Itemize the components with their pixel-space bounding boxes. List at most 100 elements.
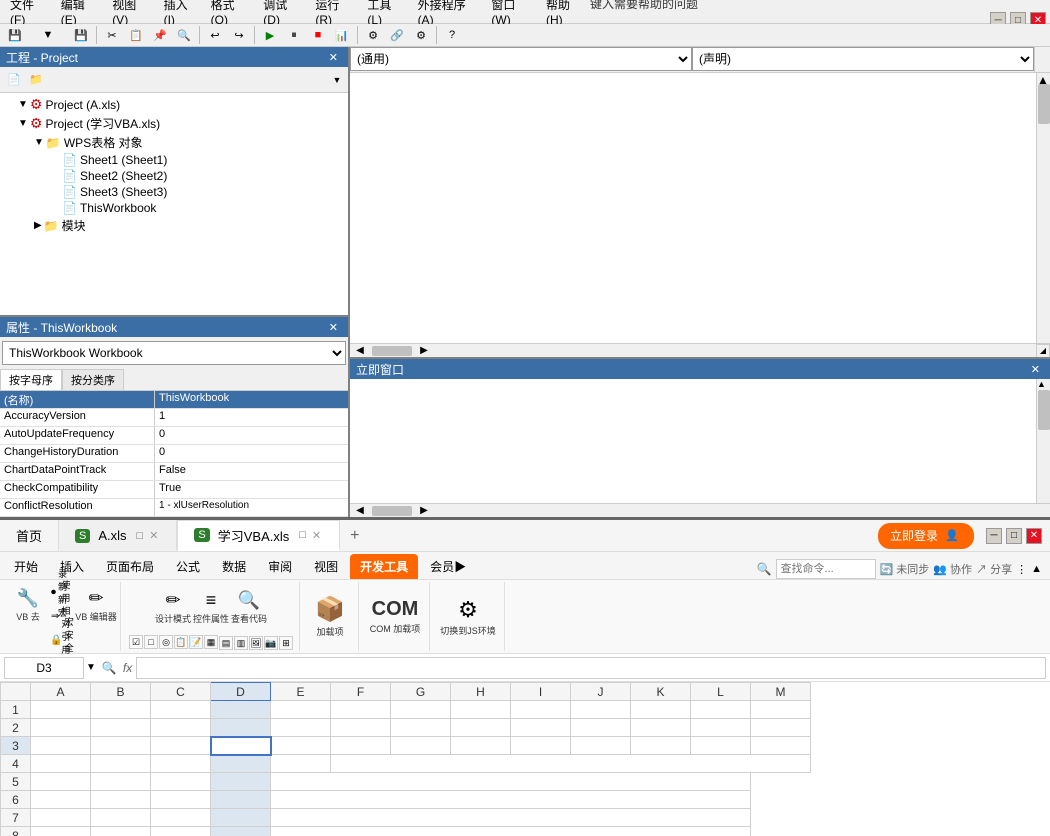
cell-m3[interactable] <box>751 737 811 755</box>
tb-undo[interactable]: ↩ <box>204 24 226 46</box>
cell-c2[interactable] <box>151 719 211 737</box>
scroll-up[interactable]: ▲ <box>1037 73 1050 83</box>
immediate-content[interactable] <box>350 379 1036 503</box>
editor-scroll-y[interactable]: ▲ <box>1036 73 1050 343</box>
checkbox-10[interactable]: 📷 <box>264 636 278 650</box>
cell-rest-7[interactable] <box>271 809 751 827</box>
cell-b4[interactable] <box>91 755 151 773</box>
imm-scroll-up[interactable]: ▲ <box>1037 379 1050 389</box>
editor-corner[interactable]: ◢ <box>1036 344 1050 358</box>
cell-m2[interactable] <box>751 719 811 737</box>
cell-a6[interactable] <box>31 791 91 809</box>
a-xls-restore[interactable]: □ <box>137 530 144 542</box>
tree-item-project-a[interactable]: ▼ ⚙ Project (A.xls) <box>2 95 346 114</box>
js-env-btn[interactable]: ⚙ 切换到JS环境 <box>438 589 498 645</box>
tree-item-modules[interactable]: ▶ 📁 模块 <box>2 216 346 235</box>
cell-a7[interactable] <box>31 809 91 827</box>
tab-a-xls[interactable]: S A.xls □ ✕ <box>59 520 177 551</box>
tb-cut[interactable]: ✂ <box>101 24 123 46</box>
col-header-i[interactable]: I <box>511 683 571 701</box>
control-props-btn[interactable]: ≡ 控件属性 <box>193 583 229 631</box>
checkbox-4[interactable]: 📋 <box>174 635 188 649</box>
imm-scroll-thumb[interactable] <box>1038 390 1050 430</box>
project-close[interactable]: ✕ <box>325 50 342 65</box>
tab-alphabetical[interactable]: 按字母序 <box>0 369 62 390</box>
proj-tb-2[interactable]: 📁 <box>26 70 46 90</box>
cell-g2[interactable] <box>391 719 451 737</box>
tb-paste[interactable]: 📌 <box>149 24 171 46</box>
tree-item-thisworkbook[interactable]: 📄 ThisWorkbook <box>2 200 346 216</box>
cell-b8[interactable] <box>91 827 151 836</box>
cell-rest-5[interactable] <box>271 773 751 791</box>
cell-a4[interactable] <box>31 755 91 773</box>
tb-copy[interactable]: 📋 <box>125 24 147 46</box>
col-header-a[interactable]: A <box>31 683 91 701</box>
checkbox-2[interactable]: □ <box>144 635 158 649</box>
editor-scroll-btn[interactable] <box>1034 47 1050 72</box>
col-header-e[interactable]: E <box>271 683 331 701</box>
cell-h1[interactable] <box>451 701 511 719</box>
more-btn[interactable]: ⋮ <box>1016 563 1027 576</box>
col-header-c[interactable]: C <box>151 683 211 701</box>
col-header-h[interactable]: H <box>451 683 511 701</box>
proj-scroll[interactable]: ▼ <box>330 73 344 87</box>
cell-l2[interactable] <box>691 719 751 737</box>
checkbox-5[interactable]: 📝 <box>189 635 203 649</box>
h-scroll-thumb[interactable] <box>372 346 412 356</box>
col-header-l[interactable]: L <box>691 683 751 701</box>
cell-j3[interactable] <box>571 737 631 755</box>
cell-e4[interactable] <box>271 755 331 773</box>
cell-rest-8[interactable] <box>271 827 751 836</box>
cell-d1[interactable] <box>211 701 271 719</box>
tb-settings[interactable]: ⚙ <box>362 24 384 46</box>
col-header-k[interactable]: K <box>631 683 691 701</box>
tb-save[interactable]: 💾 <box>70 24 92 46</box>
cell-f1[interactable] <box>331 701 391 719</box>
cell-k1[interactable] <box>631 701 691 719</box>
checkbox-11[interactable]: ⊞ <box>279 636 293 650</box>
cell-c1[interactable] <box>151 701 211 719</box>
cell-b1[interactable] <box>91 701 151 719</box>
cell-d6[interactable] <box>211 791 271 809</box>
cell-e2[interactable] <box>271 719 331 737</box>
proj-tb-1[interactable]: 📄 <box>4 70 24 90</box>
cell-h2[interactable] <box>451 719 511 737</box>
cell-b7[interactable] <box>91 809 151 827</box>
props-row-accuracy[interactable]: AccuracyVersion 1 <box>0 409 348 427</box>
tb-icon-1[interactable]: 💾 <box>4 24 26 46</box>
cell-h3[interactable] <box>451 737 511 755</box>
cell-ref-dropdown[interactable]: ▼ <box>86 662 96 673</box>
checkbox-3[interactable]: ◎ <box>159 635 173 649</box>
cell-a8[interactable] <box>31 827 91 836</box>
cell-e1[interactable] <box>271 701 331 719</box>
cell-a2[interactable] <box>31 719 91 737</box>
ribbon-tab-data[interactable]: 数据 <box>212 554 256 579</box>
immediate-h-scroll[interactable]: ◀ ▶ <box>350 503 1050 517</box>
ribbon-collapse-btn[interactable]: ▲ <box>1031 563 1042 575</box>
props-row-name[interactable]: (名称) ThisWorkbook <box>0 391 348 409</box>
tab-categorical[interactable]: 按分类序 <box>62 369 124 390</box>
cell-d4[interactable] <box>211 755 271 773</box>
tree-item-wps-objects[interactable]: ▼ 📁 WPS表格 对象 <box>2 133 346 152</box>
editor-h-scrollbar[interactable]: ◀ ▶ ◢ <box>350 343 1050 357</box>
cell-b6[interactable] <box>91 791 151 809</box>
tb-help[interactable]: ? <box>441 24 463 46</box>
props-row-conflict[interactable]: ConflictResolution 1 - xlUserResolution <box>0 499 348 517</box>
ribbon-tab-page[interactable]: 页面布局 <box>96 554 164 579</box>
tb-dropdown[interactable]: ▼ <box>28 24 68 46</box>
cell-j2[interactable] <box>571 719 631 737</box>
cell-rest-6[interactable] <box>271 791 751 809</box>
tab-home[interactable]: 首页 <box>0 520 59 551</box>
cell-c7[interactable] <box>151 809 211 827</box>
design-mode-btn[interactable]: ✏ 设计模式 <box>155 583 191 631</box>
props-row-autoupdate[interactable]: AutoUpdateFrequency 0 <box>0 427 348 445</box>
cell-f2[interactable] <box>331 719 391 737</box>
cell-i2[interactable] <box>511 719 571 737</box>
macro-security-btn[interactable]: 🔒 宏安全性 <box>50 630 74 652</box>
h-scroll-right[interactable]: ▶ <box>414 345 434 356</box>
cell-g3[interactable] <box>391 737 451 755</box>
cell-c3[interactable] <box>151 737 211 755</box>
cell-d8[interactable] <box>211 827 271 836</box>
cell-l3[interactable] <box>691 737 751 755</box>
grid-container[interactable]: A B C D E F G H I J K L M <box>0 682 1050 836</box>
